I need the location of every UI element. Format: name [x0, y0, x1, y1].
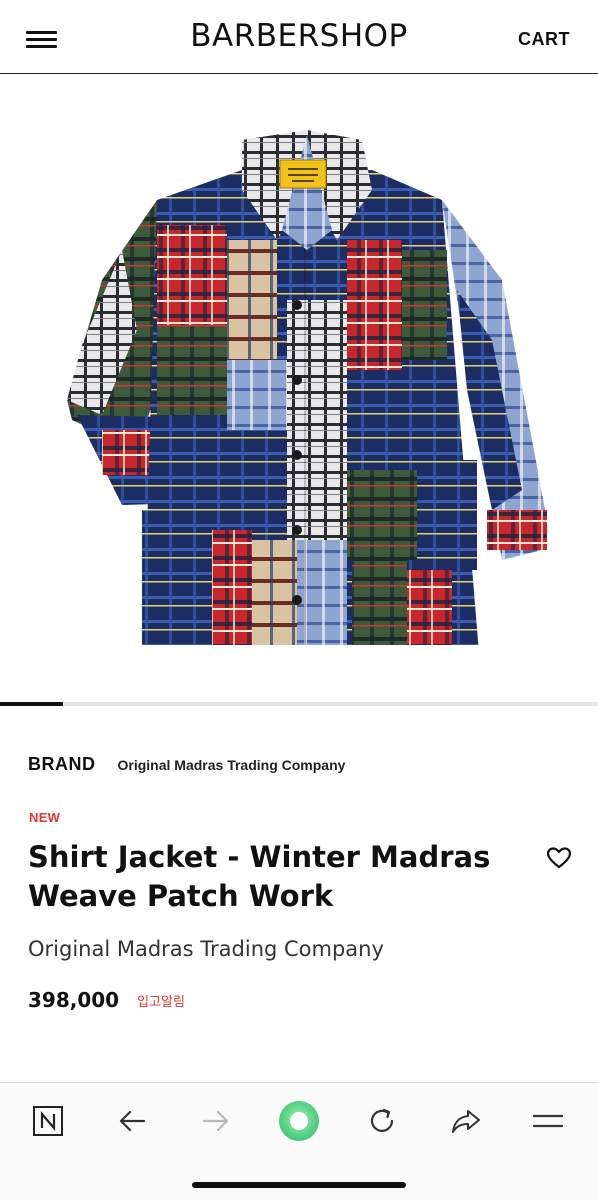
- gallery-progress: [0, 702, 598, 706]
- product-title: Shirt Jacket - Winter Madras Weave Patch…: [28, 840, 491, 913]
- product-image-gallery[interactable]: [0, 75, 598, 703]
- product-image: [67, 130, 547, 645]
- home-indicator: [192, 1182, 406, 1188]
- new-badge: NEW: [29, 810, 61, 825]
- brand-name-link[interactable]: Original Madras Trading Company: [118, 757, 346, 773]
- top-header: BARBERSHOP CART: [0, 0, 598, 74]
- brand-row: BRAND Original Madras Trading Company: [28, 754, 345, 775]
- site-logo[interactable]: BARBERSHOP: [0, 18, 598, 54]
- arrow-left-icon[interactable]: [112, 1101, 152, 1141]
- brand-label: BRAND: [28, 754, 96, 774]
- naver-n-icon[interactable]: [28, 1101, 68, 1141]
- product-price: 398,000: [28, 988, 120, 1012]
- cart-link[interactable]: CART: [518, 29, 570, 50]
- price-row: 398,000 입고알림: [28, 988, 185, 1012]
- menu-icon[interactable]: [528, 1101, 568, 1141]
- green-circle-icon[interactable]: [278, 1100, 320, 1142]
- arrow-right-icon: [196, 1101, 236, 1141]
- product-subtitle: Original Madras Trading Company: [28, 937, 384, 961]
- share-icon[interactable]: [446, 1101, 486, 1141]
- refresh-icon[interactable]: [362, 1101, 402, 1141]
- restock-alert-link[interactable]: 입고알림: [137, 991, 185, 1010]
- gallery-progress-fill: [0, 702, 63, 706]
- heart-outline-icon[interactable]: [546, 846, 572, 870]
